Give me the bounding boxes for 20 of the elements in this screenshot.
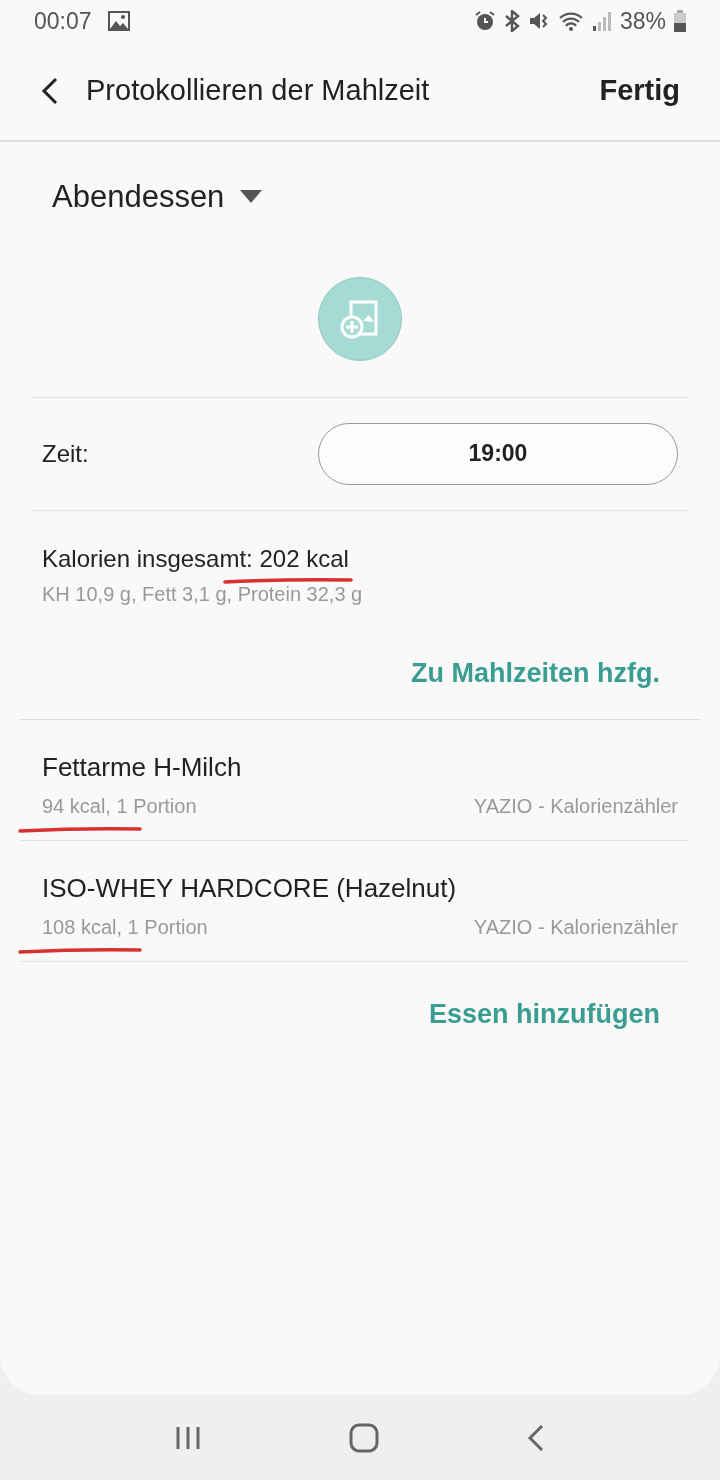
image-icon (107, 11, 130, 31)
battery-level: 38% (619, 6, 666, 36)
screen-title: Protokollieren der Mahlzeit (86, 73, 430, 109)
mute-icon (527, 10, 550, 32)
home-button[interactable] (349, 1422, 379, 1453)
food-item[interactable]: Fettarme H-Milch 94 kcal, 1 Portion YAZIO - Kalorienzähler (0, 720, 720, 840)
time-field[interactable]: 19:00 (318, 422, 678, 485)
time-label: Zeit: (42, 438, 89, 469)
done-button[interactable]: Fertig (599, 69, 680, 113)
caret-icon (240, 190, 263, 205)
food-item[interactable]: ISO-WHEY HARDCORE (Hazelnut) 108 kcal, 1 Portion YAZIO - Kalorienzähler (0, 841, 720, 961)
signal-icon (591, 10, 612, 32)
total-calories: Kalorien insgesamt: 202 kcal (42, 540, 349, 577)
alarm-icon (473, 10, 496, 32)
macros-text: KH 10,9 g, Fett 3,1 g, Protein 32,3 g (42, 581, 364, 607)
wifi-icon (557, 10, 584, 32)
meal-dropdown[interactable]: Abendessen (52, 174, 263, 221)
bluetooth-icon (503, 10, 520, 32)
status-time: 00:07 (34, 6, 92, 36)
battery-icon (674, 10, 686, 32)
